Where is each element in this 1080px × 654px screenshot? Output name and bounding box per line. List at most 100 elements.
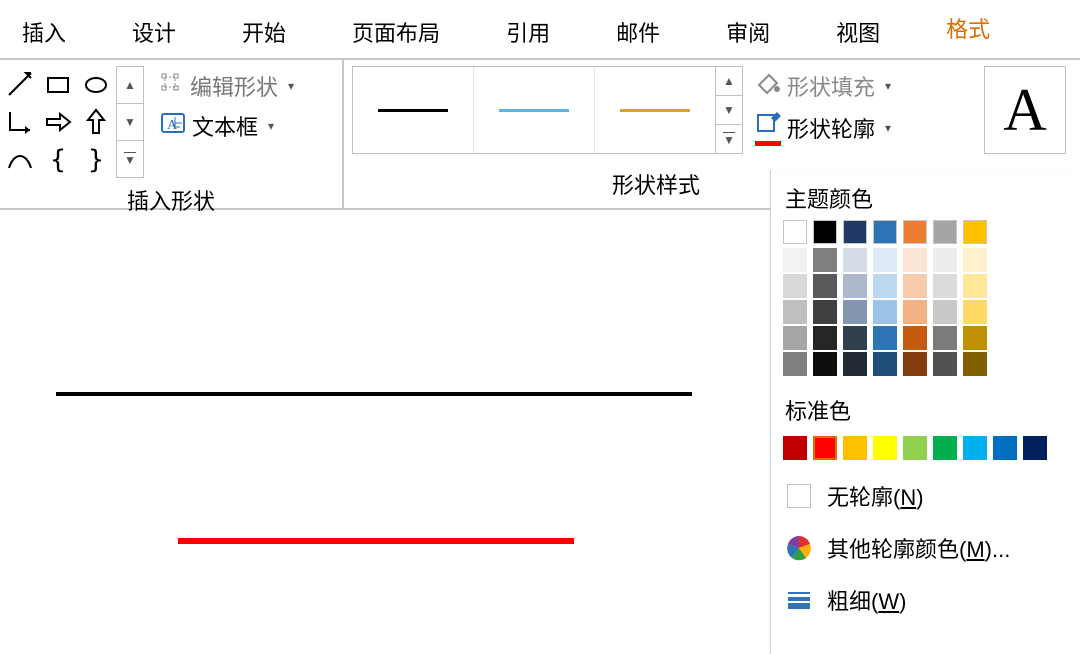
standard-color-swatch[interactable] xyxy=(903,436,927,460)
textbox-label: 文本框 xyxy=(192,110,258,142)
theme-tint-swatch[interactable] xyxy=(813,274,837,298)
no-outline-menu-item[interactable]: 无轮廓(N) xyxy=(771,470,1080,522)
group-insert-shapes: { } ▲ ▼ ▼ 编辑形状 ▾ xyxy=(0,60,342,208)
shape-elbow-icon[interactable] xyxy=(2,104,38,140)
theme-tint-swatch[interactable] xyxy=(933,248,957,272)
shapes-scroll-up[interactable]: ▲ xyxy=(117,67,143,104)
theme-tint-swatch[interactable] xyxy=(933,326,957,350)
tab-home[interactable]: 开始 xyxy=(224,4,304,58)
theme-color-swatch[interactable] xyxy=(963,220,987,244)
style-scroll-more[interactable]: ▼ xyxy=(716,125,742,153)
standard-color-swatch[interactable] xyxy=(993,436,1017,460)
tab-format[interactable]: 格式 xyxy=(928,0,1008,58)
textbox-button[interactable]: A 文本框 ▾ xyxy=(158,106,296,146)
theme-tint-swatch[interactable] xyxy=(963,274,987,298)
standard-color-swatch[interactable] xyxy=(843,436,867,460)
shape-curve-icon[interactable] xyxy=(2,142,38,178)
theme-tint-swatch[interactable] xyxy=(813,300,837,324)
theme-tint-swatch[interactable] xyxy=(963,326,987,350)
line-weight-label: 粗细(W) xyxy=(827,584,906,616)
theme-tint-swatch[interactable] xyxy=(933,300,957,324)
theme-tint-swatch[interactable] xyxy=(963,300,987,324)
theme-tint-swatch[interactable] xyxy=(813,352,837,376)
theme-color-swatch[interactable] xyxy=(873,220,897,244)
standard-color-swatch[interactable] xyxy=(783,436,807,460)
shape-arrow-right-icon[interactable] xyxy=(40,104,76,140)
line-weight-menu-item[interactable]: 粗细(W) xyxy=(771,574,1080,626)
tab-insert[interactable]: 插入 xyxy=(4,4,84,58)
shape-rect-icon[interactable] xyxy=(40,66,76,102)
theme-tint-swatch[interactable] xyxy=(783,352,807,376)
theme-tint-swatch[interactable] xyxy=(963,352,987,376)
theme-tint-swatch[interactable] xyxy=(873,274,897,298)
theme-tint-swatch[interactable] xyxy=(933,274,957,298)
wordart-thumb-1[interactable]: A xyxy=(984,66,1066,154)
theme-color-swatch[interactable] xyxy=(783,220,807,244)
theme-tint-swatch[interactable] xyxy=(783,326,807,350)
style-thumb-2[interactable] xyxy=(474,67,595,153)
shape-outline-button[interactable]: 形状轮廓 ▾ xyxy=(749,108,897,148)
shape-brace-right-icon[interactable]: } xyxy=(78,142,114,178)
theme-tint-swatch[interactable] xyxy=(843,326,867,350)
canvas-red-line[interactable] xyxy=(178,538,574,544)
theme-tint-swatch[interactable] xyxy=(843,300,867,324)
shape-fill-button[interactable]: 形状填充 ▾ xyxy=(749,66,897,106)
document-canvas[interactable] xyxy=(0,212,770,654)
theme-tint-swatch[interactable] xyxy=(933,352,957,376)
theme-tint-swatch[interactable] xyxy=(903,352,927,376)
theme-color-swatch[interactable] xyxy=(933,220,957,244)
standard-color-swatch[interactable] xyxy=(1023,436,1047,460)
standard-color-swatch[interactable] xyxy=(933,436,957,460)
tab-mail[interactable]: 邮件 xyxy=(598,4,678,58)
theme-tint-swatch[interactable] xyxy=(903,248,927,272)
more-outline-colors-menu-item[interactable]: 其他轮廓颜色(M)... xyxy=(771,522,1080,574)
shape-arrow-up-icon[interactable] xyxy=(78,104,114,140)
tab-design[interactable]: 设计 xyxy=(114,4,194,58)
ribbon-tabbar: 插入 设计 开始 页面布局 引用 邮件 审阅 视图 格式 xyxy=(0,0,1080,60)
theme-color-swatch[interactable] xyxy=(903,220,927,244)
tab-layout[interactable]: 页面布局 xyxy=(334,4,458,58)
standard-color-swatch[interactable] xyxy=(963,436,987,460)
theme-tint-swatch[interactable] xyxy=(873,352,897,376)
theme-color-swatch[interactable] xyxy=(843,220,867,244)
shapes-scroll-more[interactable]: ▼ xyxy=(117,141,143,177)
theme-tint-swatch[interactable] xyxy=(783,274,807,298)
style-gallery[interactable] xyxy=(352,66,716,154)
theme-tint-swatch[interactable] xyxy=(903,274,927,298)
theme-tint-swatch[interactable] xyxy=(873,326,897,350)
theme-tint-swatch[interactable] xyxy=(903,326,927,350)
theme-tint-swatch[interactable] xyxy=(903,300,927,324)
theme-tint-swatch[interactable] xyxy=(783,248,807,272)
standard-colors-label: 标准色 xyxy=(771,390,1080,432)
shape-line-icon[interactable] xyxy=(2,66,38,102)
theme-tint-swatch[interactable] xyxy=(873,248,897,272)
shape-oval-icon[interactable] xyxy=(78,66,114,102)
style-scroll-up[interactable]: ▲ xyxy=(716,67,742,96)
edit-shape-button[interactable]: 编辑形状 ▾ xyxy=(158,66,296,106)
style-thumb-1[interactable] xyxy=(353,67,474,153)
theme-tint-swatch[interactable] xyxy=(963,248,987,272)
tab-review[interactable]: 审阅 xyxy=(708,4,788,58)
edit-shape-icon xyxy=(160,72,184,100)
theme-tint-swatch[interactable] xyxy=(783,300,807,324)
standard-color-swatch[interactable] xyxy=(813,436,837,460)
chevron-down-icon: ▾ xyxy=(288,79,294,93)
canvas-black-line[interactable] xyxy=(56,392,692,396)
theme-tint-swatch[interactable] xyxy=(843,248,867,272)
theme-color-swatch[interactable] xyxy=(813,220,837,244)
tab-view[interactable]: 视图 xyxy=(818,4,898,58)
theme-tint-swatch[interactable] xyxy=(873,300,897,324)
shapes-gallery[interactable]: { } xyxy=(0,66,114,178)
shape-brace-left-icon[interactable]: { xyxy=(40,142,76,178)
standard-color-swatch[interactable] xyxy=(873,436,897,460)
standard-colors-row xyxy=(771,432,1080,460)
theme-tint-swatch[interactable] xyxy=(813,248,837,272)
theme-tint-swatch[interactable] xyxy=(843,274,867,298)
theme-tint-swatch[interactable] xyxy=(843,352,867,376)
style-thumb-3[interactable] xyxy=(595,67,715,153)
theme-tint-swatch[interactable] xyxy=(813,326,837,350)
shapes-scroll-down[interactable]: ▼ xyxy=(117,104,143,141)
tab-references[interactable]: 引用 xyxy=(488,4,568,58)
style-scroll-down[interactable]: ▼ xyxy=(716,96,742,125)
more-outline-colors-label: 其他轮廓颜色(M)... xyxy=(827,532,1010,564)
